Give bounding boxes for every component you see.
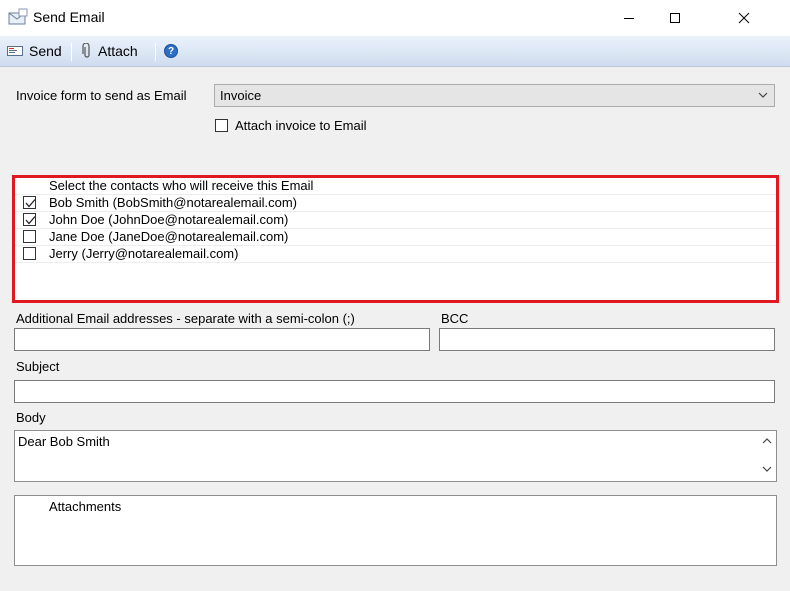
invoice-form-label: Invoice form to send as Email (16, 88, 187, 103)
send-label: Send (29, 43, 62, 59)
contact-label: John Doe (JohnDoe@notarealemail.com) (49, 212, 289, 227)
body-scrollbar[interactable] (758, 431, 776, 481)
additional-emails-input[interactable] (14, 328, 430, 351)
help-icon: ? (164, 44, 178, 58)
toolbar: Send Attach ? (0, 36, 790, 67)
send-button[interactable]: Send (7, 41, 62, 61)
chevron-down-icon (758, 92, 768, 98)
attachments-header: Attachments (49, 499, 122, 514)
subject-label: Subject (16, 359, 60, 374)
subject-input[interactable] (14, 380, 775, 403)
contact-item[interactable]: Bob Smith (BobSmith@notarealemail.com) (15, 195, 776, 212)
bcc-label: BCC (441, 311, 469, 326)
checkmark-icon (25, 216, 36, 225)
maximize-button[interactable] (652, 0, 698, 36)
body-text: Dear Bob Smith (18, 434, 110, 449)
title-bar: Send Email (0, 0, 790, 36)
scroll-up-icon[interactable] (762, 437, 772, 445)
body-label: Body (16, 410, 46, 425)
minimize-button[interactable] (606, 0, 652, 36)
attach-invoice-checkbox[interactable] (215, 119, 228, 132)
contact-checkbox[interactable] (23, 247, 36, 260)
window-title: Send Email (33, 9, 105, 25)
contacts-header-label: Select the contacts who will receive thi… (49, 178, 314, 193)
attach-invoice-label: Attach invoice to Email (235, 118, 367, 133)
attachments-list[interactable]: Attachments (14, 495, 777, 566)
body-textarea[interactable]: Dear Bob Smith (14, 430, 777, 482)
help-button[interactable]: ? (164, 41, 178, 61)
contact-checkbox[interactable] (23, 213, 36, 226)
send-mail-icon (8, 8, 28, 25)
paperclip-icon (82, 43, 90, 58)
contact-checkbox[interactable] (23, 230, 36, 243)
contact-checkbox[interactable] (23, 196, 36, 209)
contact-item[interactable]: Jerry (Jerry@notarealemail.com) (15, 246, 776, 263)
contact-label: Bob Smith (BobSmith@notarealemail.com) (49, 195, 298, 210)
bcc-input[interactable] (439, 328, 775, 351)
scroll-down-icon[interactable] (762, 465, 772, 473)
contact-item[interactable]: John Doe (JohnDoe@notarealemail.com) (15, 212, 776, 229)
close-icon (738, 12, 750, 24)
toolbar-separator (71, 43, 72, 61)
invoice-form-value: Invoice (220, 88, 262, 103)
additional-emails-label: Additional Email addresses - separate wi… (16, 311, 355, 326)
close-button[interactable] (698, 0, 790, 36)
attach-label: Attach (98, 43, 138, 59)
contacts-header: Select the contacts who will receive thi… (15, 178, 776, 195)
contacts-list: Select the contacts who will receive thi… (12, 175, 779, 303)
invoice-form-select[interactable]: Invoice (214, 84, 775, 107)
contact-label: Jerry (Jerry@notarealemail.com) (49, 246, 239, 261)
envelope-icon (7, 46, 23, 56)
toolbar-separator (155, 43, 156, 61)
checkmark-icon (25, 199, 36, 208)
minimize-icon (624, 17, 634, 19)
attach-button[interactable]: Attach (82, 41, 138, 61)
contact-item[interactable]: Jane Doe (JaneDoe@notarealemail.com) (15, 229, 776, 246)
maximize-icon (670, 13, 680, 23)
contact-label: Jane Doe (JaneDoe@notarealemail.com) (49, 229, 289, 244)
